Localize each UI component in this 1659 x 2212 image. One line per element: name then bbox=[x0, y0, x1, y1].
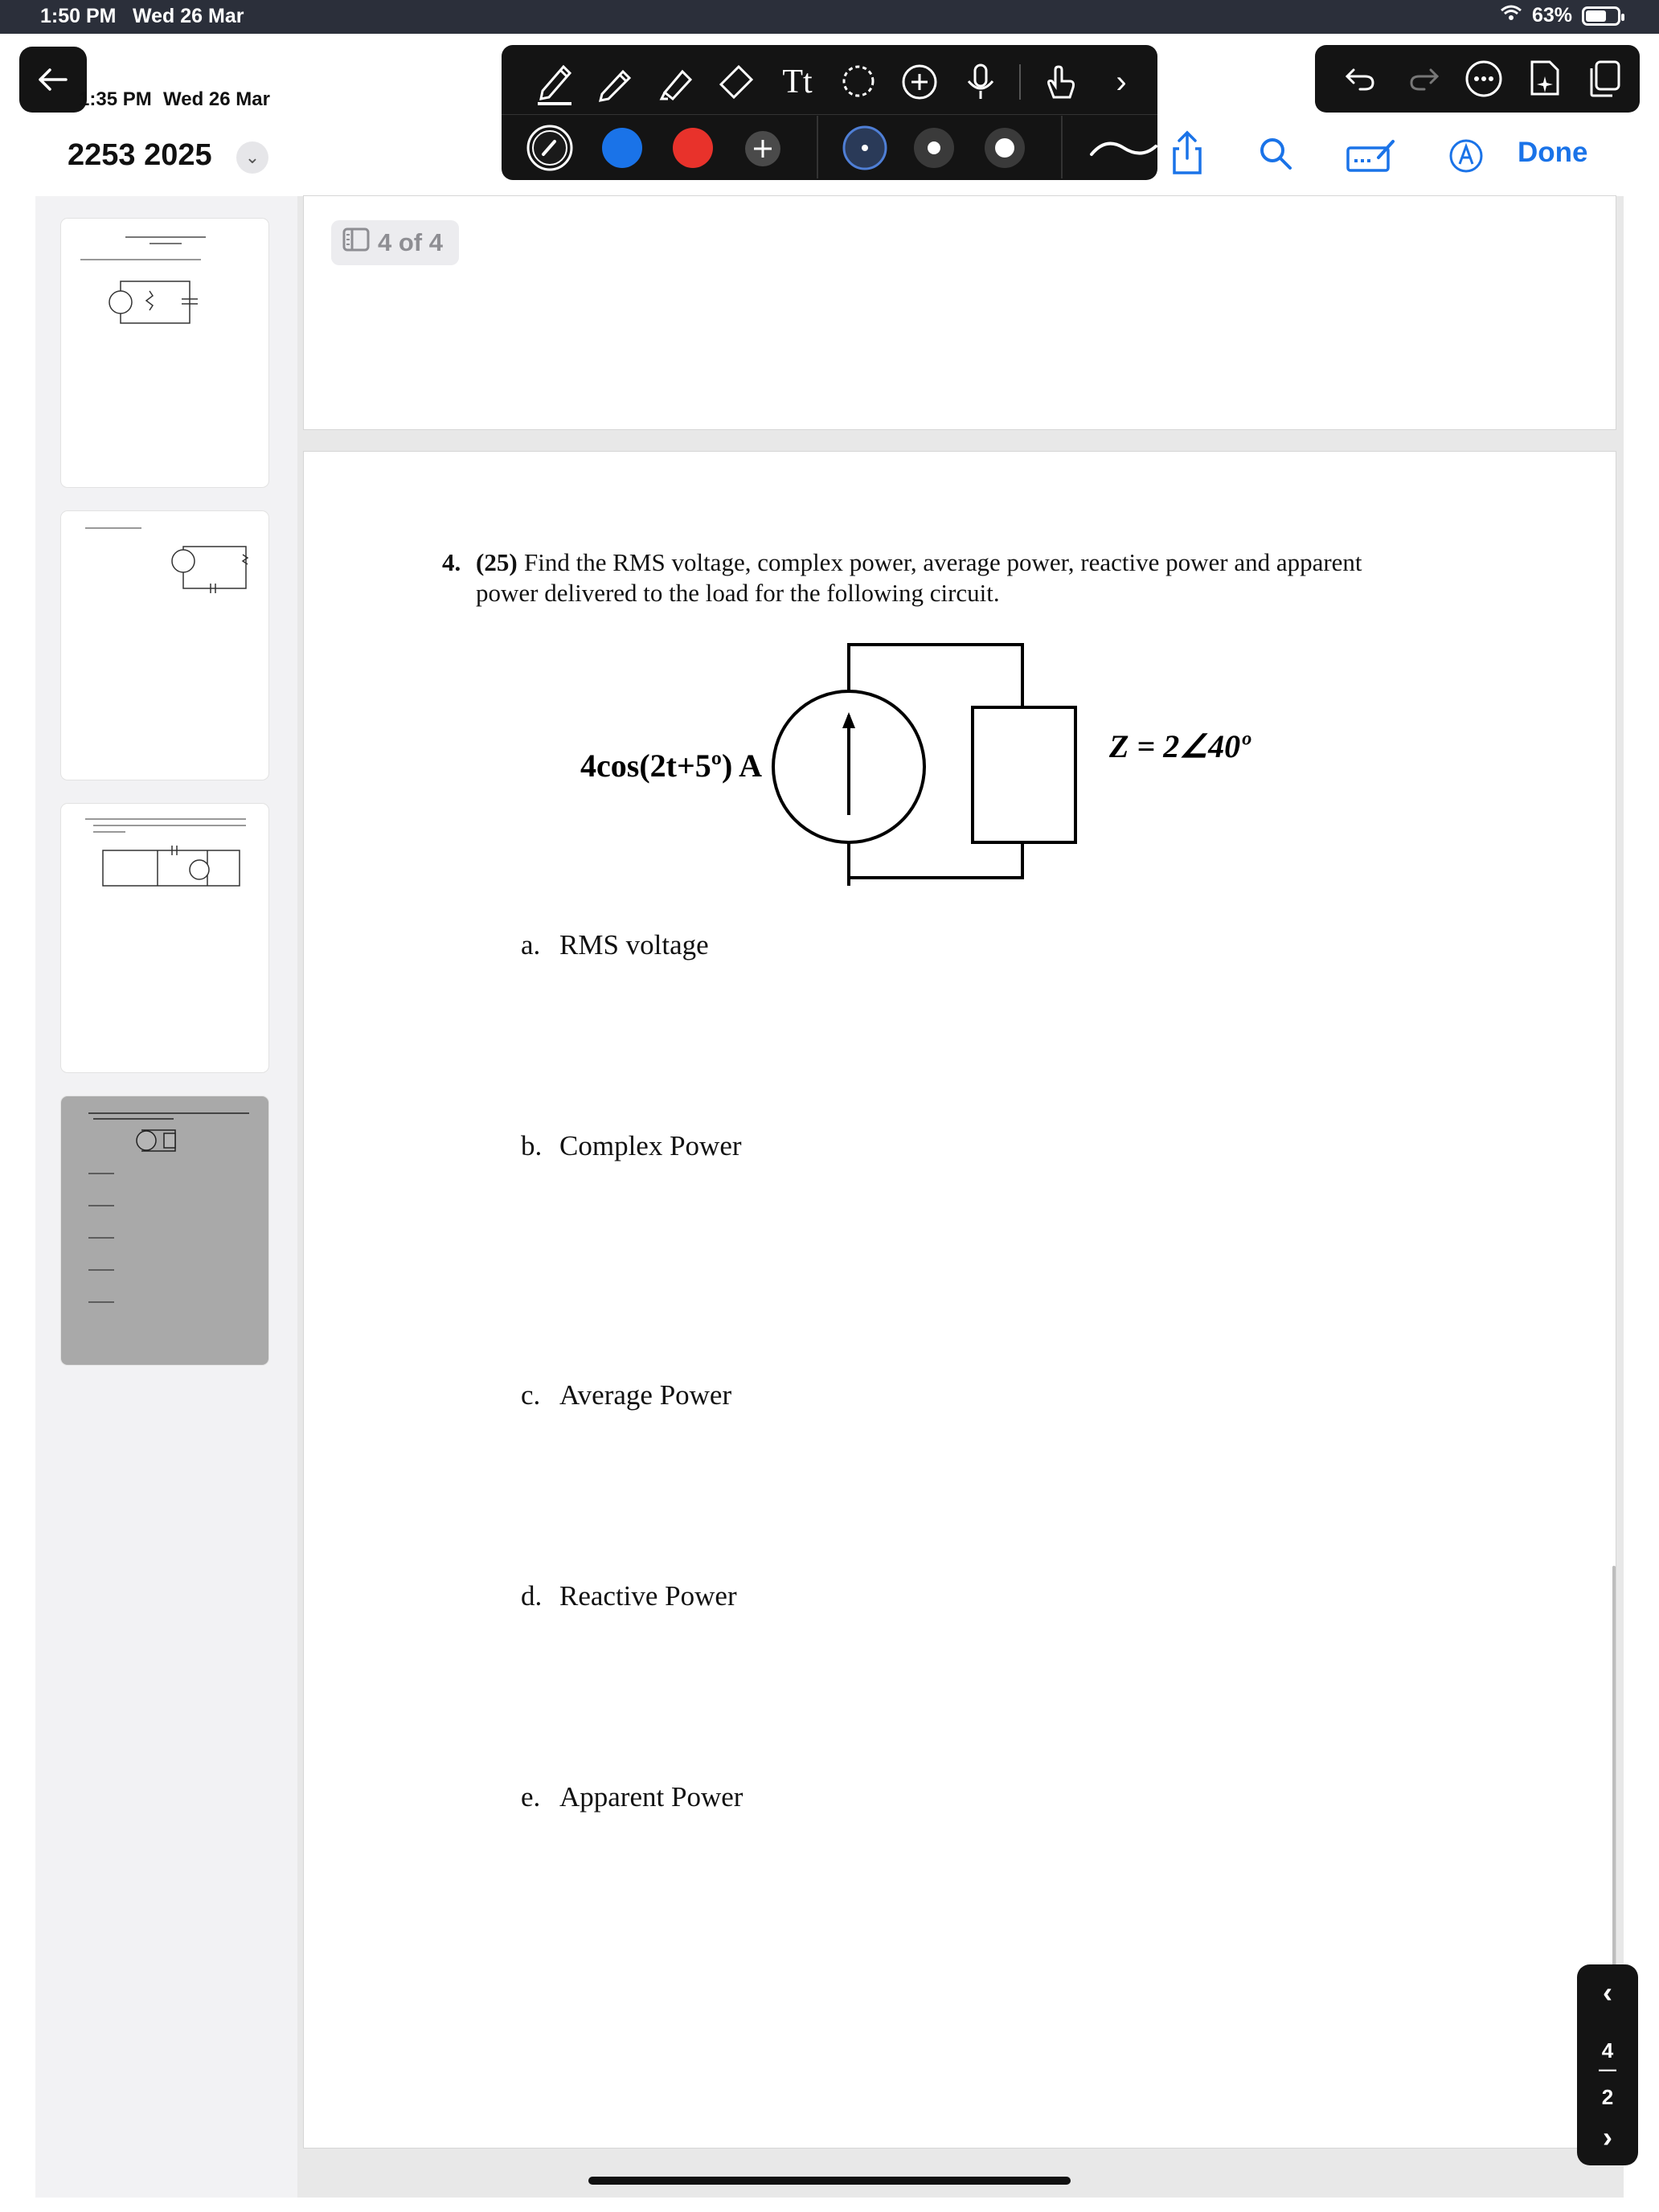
page-thumbnail-sidebar: ••• bbox=[35, 196, 297, 2198]
toolbar-divider bbox=[1019, 64, 1021, 100]
back-button[interactable] bbox=[19, 47, 87, 113]
part-text: Complex Power bbox=[559, 1130, 742, 1161]
document-date: Wed 26 Mar bbox=[163, 88, 270, 110]
battery-percent: 63% bbox=[1531, 4, 1572, 27]
document-viewer: 4 of 4 4. (25) Find the RMS voltage, com… bbox=[297, 196, 1624, 2198]
current-source bbox=[772, 690, 926, 844]
page-navigator[interactable]: ‹ 4 — 2 › bbox=[1577, 1964, 1638, 2165]
copy-pages-icon[interactable] bbox=[1580, 55, 1628, 103]
arrow-left-icon bbox=[37, 58, 69, 101]
chevron-up-icon[interactable]: ‹ bbox=[1577, 1976, 1638, 2009]
blue-color-swatch[interactable] bbox=[601, 127, 643, 169]
stroke-size-small[interactable] bbox=[842, 125, 887, 170]
battery-icon bbox=[1582, 6, 1624, 26]
part-text: Reactive Power bbox=[559, 1580, 737, 1612]
question-text-line1: Find the RMS voltage, complex power, ave… bbox=[524, 548, 1362, 576]
part-letter: a. bbox=[521, 929, 541, 961]
wifi-icon bbox=[1500, 4, 1522, 27]
thumbnail-circuit bbox=[88, 1129, 176, 1303]
share-icon[interactable] bbox=[1167, 129, 1207, 177]
sidebar-toggle-icon bbox=[342, 227, 370, 258]
page-nav-divider: — bbox=[1599, 2059, 1616, 2079]
text-tool-icon[interactable]: Tt bbox=[773, 58, 821, 106]
thumbnail-circuit bbox=[171, 546, 249, 593]
undo-icon[interactable] bbox=[1336, 55, 1384, 103]
done-button[interactable]: Done bbox=[1518, 137, 1588, 169]
scrollbar[interactable] bbox=[1612, 1566, 1616, 1971]
current-page: 4. (25) Find the RMS voltage, complex po… bbox=[304, 452, 1616, 2148]
add-color-icon[interactable] bbox=[744, 130, 781, 167]
stroke-style-icon[interactable] bbox=[1088, 130, 1157, 166]
status-date: Wed 26 Mar bbox=[133, 5, 244, 27]
thumbnail-circuit bbox=[102, 846, 240, 887]
part-text: Average Power bbox=[559, 1379, 732, 1411]
status-bar: 1:50 PM Wed 26 Mar 63% bbox=[0, 0, 1659, 34]
pencil-tool-icon[interactable] bbox=[592, 58, 640, 106]
chevron-right-icon[interactable]: › bbox=[1101, 58, 1141, 106]
status-time: 1:50 PM bbox=[40, 5, 117, 27]
question-text-line2: power delivered to the load for the foll… bbox=[476, 579, 1000, 607]
toolbar-row-divider bbox=[502, 114, 1157, 115]
part-letter: b. bbox=[521, 1130, 543, 1161]
more-options-icon[interactable] bbox=[1460, 55, 1508, 103]
toolbar-divider bbox=[817, 116, 818, 178]
previous-page: 4 of 4 bbox=[304, 196, 1616, 429]
markup-toolbar: Tt › bbox=[502, 45, 1157, 180]
home-indicator[interactable] bbox=[588, 2177, 1071, 2185]
question-number: 4. bbox=[442, 548, 461, 576]
toolbar-divider bbox=[1061, 116, 1063, 178]
lasso-tool-icon[interactable] bbox=[834, 58, 883, 106]
page-nav-total: 2 bbox=[1601, 2085, 1614, 2109]
thumbnail-circuit bbox=[109, 281, 198, 324]
add-circle-icon[interactable] bbox=[895, 58, 944, 106]
page-thumbnail-3[interactable] bbox=[61, 804, 268, 1072]
part-letter: e. bbox=[521, 1781, 541, 1813]
chevron-down-icon[interactable]: › bbox=[1577, 2120, 1638, 2154]
search-icon[interactable] bbox=[1256, 133, 1296, 174]
page-indicator: 4 of 4 bbox=[331, 220, 459, 265]
circuit-diagram: 4cos(2t+5º) A Z = 2∠40º bbox=[580, 643, 1251, 886]
page-thumbnail-1[interactable] bbox=[61, 219, 268, 487]
part-letter: c. bbox=[521, 1379, 541, 1411]
document-actions-bar bbox=[1315, 45, 1640, 113]
page-indicator-label: 4 of 4 bbox=[378, 228, 443, 256]
question-points: (25) bbox=[476, 548, 518, 576]
part-letter: d. bbox=[521, 1580, 543, 1612]
part-text: Apparent Power bbox=[559, 1781, 743, 1813]
touch-draw-icon[interactable] bbox=[1037, 58, 1085, 106]
load-impedance-box bbox=[971, 706, 1077, 844]
status-right: 63% bbox=[1500, 4, 1624, 27]
page-thumbnail-4[interactable]: ••• bbox=[61, 1096, 268, 1365]
highlighter-tool-icon[interactable] bbox=[653, 58, 701, 106]
markup-icon[interactable] bbox=[1448, 138, 1484, 174]
red-color-swatch[interactable] bbox=[672, 127, 714, 169]
source-label: 4cos(2t+5º) A bbox=[580, 748, 762, 784]
microphone-icon[interactable] bbox=[956, 58, 1005, 106]
pen-tool-icon[interactable] bbox=[530, 55, 579, 111]
active-color-swatch[interactable] bbox=[526, 124, 574, 172]
stroke-size-medium[interactable] bbox=[913, 127, 955, 169]
part-text: RMS voltage bbox=[559, 929, 709, 961]
chevron-down-icon[interactable]: ⌄ bbox=[236, 141, 268, 174]
document-time: 1:35 PM bbox=[79, 88, 152, 110]
document-title[interactable]: 2253 2025 bbox=[68, 138, 212, 173]
impedance-label: Z = 2∠40º bbox=[1108, 728, 1251, 764]
form-fill-icon[interactable] bbox=[1346, 135, 1397, 175]
page-thumbnail-2[interactable] bbox=[61, 511, 268, 780]
redo-icon[interactable] bbox=[1400, 55, 1448, 103]
eraser-tool-icon[interactable] bbox=[712, 58, 760, 106]
stroke-size-large[interactable] bbox=[984, 127, 1026, 169]
ai-document-icon[interactable] bbox=[1521, 55, 1569, 103]
